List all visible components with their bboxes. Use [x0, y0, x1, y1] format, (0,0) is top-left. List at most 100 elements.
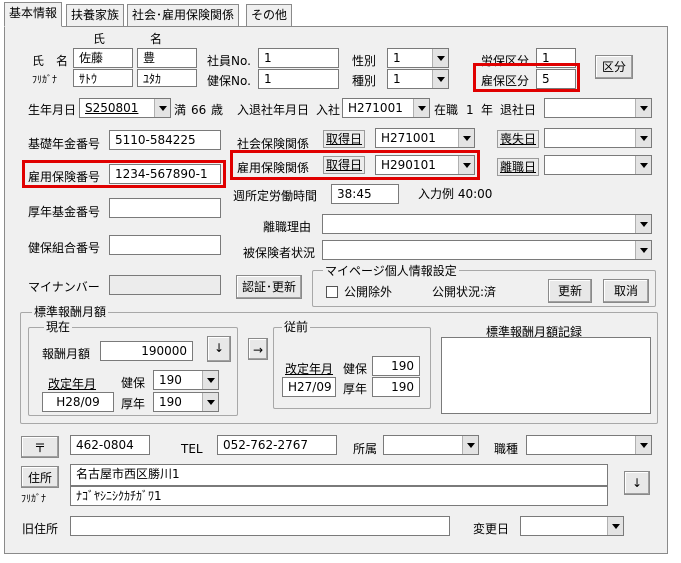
kiroku-list[interactable]	[441, 337, 651, 414]
taisha-select[interactable]	[544, 98, 652, 118]
henko-label: 変更日	[473, 522, 510, 536]
birth-select[interactable]: S250801	[79, 98, 171, 118]
chevron-down-icon	[458, 129, 474, 147]
shain-no-label: 社員No.	[207, 54, 251, 68]
tab-shakai-koyo[interactable]: 社会･雇用保険関係	[127, 4, 240, 26]
mei-kana-field[interactable]: ﾕﾀｶ	[137, 69, 197, 87]
koshin-button[interactable]: 更新	[548, 279, 592, 303]
chevron-down-icon	[202, 393, 218, 411]
chevron-down-icon	[635, 241, 651, 259]
zaishoku-years: 1	[466, 103, 474, 117]
hyojun-title: 標準報酬月額	[32, 305, 109, 319]
chevron-down-icon	[432, 49, 448, 67]
tab-fuyo[interactable]: 扶養家族	[66, 4, 125, 26]
hihokensha-label: 被保険者状況	[243, 246, 316, 260]
hoshu-down-button[interactable]: ↓	[207, 336, 231, 362]
torikeshi-button[interactable]: 取消	[603, 279, 649, 303]
shokushu-select[interactable]	[526, 435, 652, 455]
yubin-field[interactable]: 462-0804	[70, 435, 150, 455]
kenpo-kumiai-label: 健保組合番号	[28, 241, 101, 255]
name-label: 氏 名	[32, 54, 69, 68]
jusho-field[interactable]: 名古屋市西区勝川1	[70, 464, 608, 486]
mypage-title: マイページ個人情報設定	[323, 264, 459, 278]
kaitei-field[interactable]: H28/09	[42, 392, 114, 412]
juzen-kounen-label: 厚年	[343, 382, 368, 396]
kosei-kikin-label: 厚年基金番号	[28, 205, 101, 219]
chevron-down-icon	[635, 215, 651, 233]
shotei-rodo-field[interactable]: 38:45	[331, 184, 399, 204]
koukai-jogai-checkbox[interactable]	[326, 286, 338, 298]
birth-label: 生年月日	[28, 103, 77, 117]
shakai-shutoku-value: H271001	[381, 131, 436, 145]
hihokensha-select[interactable]	[322, 240, 652, 260]
kenpo-no-label: 健保No.	[207, 74, 251, 88]
seibetsu-select[interactable]: 1	[387, 48, 449, 68]
kiso-nenkin-field[interactable]: 5110-584225	[109, 130, 221, 150]
shozoku-select[interactable]	[383, 435, 479, 455]
seibetsu-value: 1	[393, 51, 401, 65]
hoshu-label: 報酬月額	[42, 347, 91, 361]
rishoku-button[interactable]: 離職日	[497, 158, 540, 176]
shokushu-label: 職種	[494, 442, 519, 456]
age-prefix: 満	[174, 103, 187, 117]
name-col-mei: 名	[150, 32, 163, 46]
taisha-label: 退社日	[500, 103, 537, 117]
kounen-grade-select[interactable]: 190	[153, 392, 219, 412]
age-suffix: 歳	[211, 103, 224, 117]
chevron-down-icon	[635, 156, 651, 174]
kosei-kikin-field[interactable]	[109, 198, 221, 218]
shakai-shutoku-select[interactable]: H271001	[375, 128, 475, 148]
highlight-koho-kubun	[473, 63, 580, 92]
name-col-sei: 氏	[93, 32, 106, 46]
nyusha-select[interactable]: H271001	[342, 98, 430, 118]
henko-select[interactable]	[520, 516, 624, 536]
mynumber-field[interactable]	[109, 275, 221, 295]
juzen-kaitei-field[interactable]: H27/09	[282, 377, 336, 397]
kenpo-grade-select[interactable]: 190	[153, 370, 219, 390]
shubetsu-value: 1	[393, 72, 401, 86]
tel-label: TEL	[181, 442, 203, 456]
kenpo-kumiai-field[interactable]	[109, 235, 221, 255]
shain-no-field[interactable]: 1	[258, 48, 339, 68]
chevron-down-icon	[154, 99, 170, 117]
jusho-kana-label: ﾌﾘｶﾞﾅ	[21, 494, 46, 505]
rishoku-riyu-select[interactable]	[322, 214, 652, 234]
shubetsu-label: 種別	[352, 74, 377, 88]
soshitsu-button[interactable]: 喪失日	[497, 130, 540, 148]
rishoku-riyu-label: 離職理由	[263, 220, 312, 234]
nyusha-label: 入社	[316, 103, 341, 117]
soshitsu-select[interactable]	[544, 128, 652, 148]
genzai-title: 現在	[44, 320, 73, 334]
jusho-down-button[interactable]: ↓	[624, 471, 650, 495]
jusho-kana-field[interactable]: ﾅｺﾞﾔｼﾆｼｸｶﾁｶﾞﾜ1	[70, 486, 608, 506]
tab-kihon[interactable]: 基本情報	[4, 2, 63, 27]
koukai-jogai-label: 公開除外	[344, 285, 393, 299]
kubun-button[interactable]: 区分	[595, 55, 633, 79]
kyu-jusho-field[interactable]	[70, 516, 450, 536]
tab-sonota[interactable]: その他	[246, 4, 293, 26]
chevron-down-icon	[607, 517, 623, 535]
jusho-button[interactable]: 住所	[21, 466, 59, 488]
juzen-arrow-button[interactable]: →	[248, 338, 268, 360]
kounen-grade-label: 厚年	[121, 397, 146, 411]
highlight-koyo-hoken	[230, 150, 480, 180]
shotei-rodo-label: 週所定労働時間	[233, 189, 318, 203]
sei-kana-field[interactable]: ｻﾄｳ	[73, 69, 133, 87]
juzen-kenpo-field[interactable]: 190	[372, 356, 420, 376]
kenpo-grade-value: 190	[159, 373, 182, 387]
hoshu-field[interactable]: 190000	[100, 341, 193, 361]
ninsho-koshin-button[interactable]: 認証･更新	[236, 275, 302, 299]
shubetsu-select[interactable]: 1	[387, 69, 449, 89]
shotei-rodo-example: 入力例 40:00	[418, 187, 493, 201]
yubin-button[interactable]: 〒	[21, 436, 59, 458]
tel-field[interactable]: 052-762-2767	[217, 435, 337, 455]
zaishoku-label: 在職	[434, 103, 459, 117]
kenpo-no-field[interactable]: 1	[258, 69, 339, 89]
shakai-shutoku-button[interactable]: 取得日	[323, 130, 366, 148]
juzen-kounen-field[interactable]: 190	[372, 377, 420, 397]
seibetsu-label: 性別	[352, 54, 377, 68]
sei-field[interactable]: 佐藤	[73, 48, 133, 68]
mei-field[interactable]: 豊	[137, 48, 197, 68]
chevron-down-icon	[432, 70, 448, 88]
rishoku-select[interactable]	[544, 155, 652, 175]
